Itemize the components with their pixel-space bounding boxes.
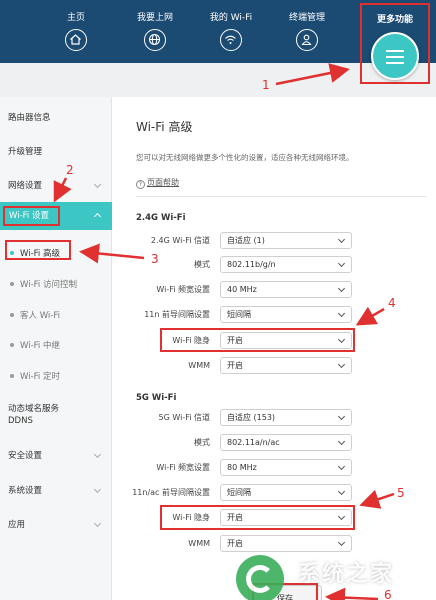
chevron-down-icon	[337, 538, 346, 547]
annotation-6: 6	[384, 588, 392, 600]
select-value: 开启	[227, 361, 243, 370]
select-value: 802.11b/g/n	[227, 260, 276, 269]
sidebar-item-label: 路由器信息	[8, 113, 51, 123]
sidebar-item-upgrade[interactable]: 升级管理	[0, 145, 112, 157]
watermark-logo	[236, 555, 284, 600]
chevron-down-icon	[337, 462, 346, 471]
preamble-24g-select[interactable]: 短间隔	[220, 306, 352, 323]
chevron-down-icon	[337, 360, 346, 369]
sidebar-item-wifi-settings[interactable]: Wi-Fi 设置	[0, 202, 112, 230]
page-description: 您可以对无线网络做更多个性化的设置，适应各种无线网络环境。	[136, 153, 354, 162]
chevron-down-icon	[337, 512, 346, 521]
select-value: 自适应 (153)	[227, 413, 276, 422]
field-label: Wi-Fi 频宽设置	[156, 463, 210, 472]
chevron-down-icon	[337, 487, 346, 496]
field-label: Wi-Fi 隐身	[172, 513, 210, 522]
chevron-down-icon	[337, 412, 346, 421]
sidebar-item-network[interactable]: 网络设置	[0, 179, 112, 191]
nav-home[interactable]: 主页	[46, 12, 106, 51]
wmm-24g-select[interactable]: 开启	[220, 357, 352, 374]
annotation-4: 4	[388, 296, 396, 310]
field-label: 模式	[194, 260, 210, 269]
select-value: 短间隔	[227, 488, 251, 497]
annotation-2: 2	[66, 163, 74, 177]
section-title-24g: 2.4G Wi-Fi	[136, 213, 186, 223]
chevron-down-icon	[337, 309, 346, 318]
field-label: 模式	[194, 438, 210, 447]
field-label: WMM	[188, 539, 210, 548]
field-label: Wi-Fi 频宽设置	[156, 285, 210, 294]
menu-icon[interactable]	[371, 32, 419, 80]
select-value: 开启	[227, 539, 243, 548]
preamble-5g-select[interactable]: 短间隔	[220, 484, 352, 501]
chevron-up-icon	[93, 212, 102, 221]
hidden-24g-select[interactable]: 开启	[220, 332, 352, 349]
select-value: 开启	[227, 336, 243, 345]
annotation-3: 3	[151, 252, 159, 266]
field-label: 11n/ac 前导间隔设置	[132, 488, 210, 497]
field-label: 2.4G Wi-Fi 信道	[150, 236, 210, 245]
annotation-5: 5	[397, 486, 405, 500]
field-label: Wi-Fi 隐身	[172, 336, 210, 345]
chevron-down-icon	[337, 335, 346, 344]
chevron-down-icon	[93, 180, 102, 189]
bandwidth-5g-select[interactable]: 80 MHz	[220, 459, 352, 476]
more-functions-label: 更多功能	[376, 15, 413, 25]
user-icon	[296, 29, 318, 51]
sidebar-item-router-info[interactable]: 路由器信息	[0, 111, 112, 123]
chevron-down-icon	[337, 259, 346, 268]
sidebar-item-label: 升级管理	[8, 147, 43, 157]
mode-24g-select[interactable]: 802.11b/g/n	[220, 256, 352, 273]
mode-5g-select[interactable]: 802.11a/n/ac	[220, 434, 352, 451]
divider	[136, 196, 426, 197]
help-label: 页面帮助	[147, 178, 179, 187]
channel-24g-select[interactable]: 自适应 (1)	[220, 232, 352, 249]
select-value: 802.11a/n/ac	[227, 438, 280, 447]
bullet-icon	[10, 251, 14, 255]
chevron-down-icon	[337, 284, 346, 293]
wifi-icon	[220, 29, 242, 51]
chevron-down-icon	[337, 437, 346, 446]
nav-terminal-mgmt[interactable]: 终端管理	[277, 12, 337, 51]
watermark-text: 系统之家	[298, 562, 395, 587]
select-value: 40 MHz	[227, 285, 257, 294]
nav-my-wifi[interactable]: 我的 Wi-Fi	[201, 12, 261, 51]
nav-home-label: 主页	[66, 13, 85, 23]
page-help-link[interactable]: ? 页面帮助	[136, 177, 179, 189]
section-title-5g: 5G Wi-Fi	[136, 393, 177, 403]
nav-internet[interactable]: 我要上网	[125, 12, 185, 51]
hidden-5g-select[interactable]: 开启	[220, 509, 352, 526]
bandwidth-24g-select[interactable]: 40 MHz	[220, 281, 352, 298]
field-label: 5G Wi-Fi 信道	[158, 413, 210, 422]
select-value: 短间隔	[227, 310, 251, 319]
help-icon: ?	[136, 180, 145, 189]
field-label: WMM	[188, 361, 210, 370]
nav-my-wifi-label: 我的 Wi-Fi	[209, 13, 253, 23]
page-title: Wi-Fi 高级	[136, 120, 193, 134]
select-value: 开启	[227, 513, 243, 522]
bullet-icon	[10, 374, 14, 378]
channel-5g-select[interactable]: 自适应 (153)	[220, 409, 352, 426]
field-label: 11n 前导间隔设置	[144, 310, 210, 319]
select-value: 自适应 (1)	[227, 236, 265, 245]
globe-icon	[144, 29, 166, 51]
nav-internet-label: 我要上网	[136, 13, 173, 23]
annotation-1: 1	[262, 78, 270, 92]
select-value: 80 MHz	[227, 463, 257, 472]
more-functions-highlight[interactable]: 更多功能	[360, 3, 430, 84]
chevron-down-icon	[93, 450, 102, 459]
sidebar-item-label: Wi-Fi 设置	[9, 211, 49, 221]
wmm-5g-select[interactable]: 开启	[220, 535, 352, 552]
home-icon	[65, 29, 87, 51]
chevron-down-icon	[337, 235, 346, 244]
sidebar-item-label: 网络设置	[8, 181, 43, 191]
nav-terminal-label: 终端管理	[288, 13, 325, 23]
